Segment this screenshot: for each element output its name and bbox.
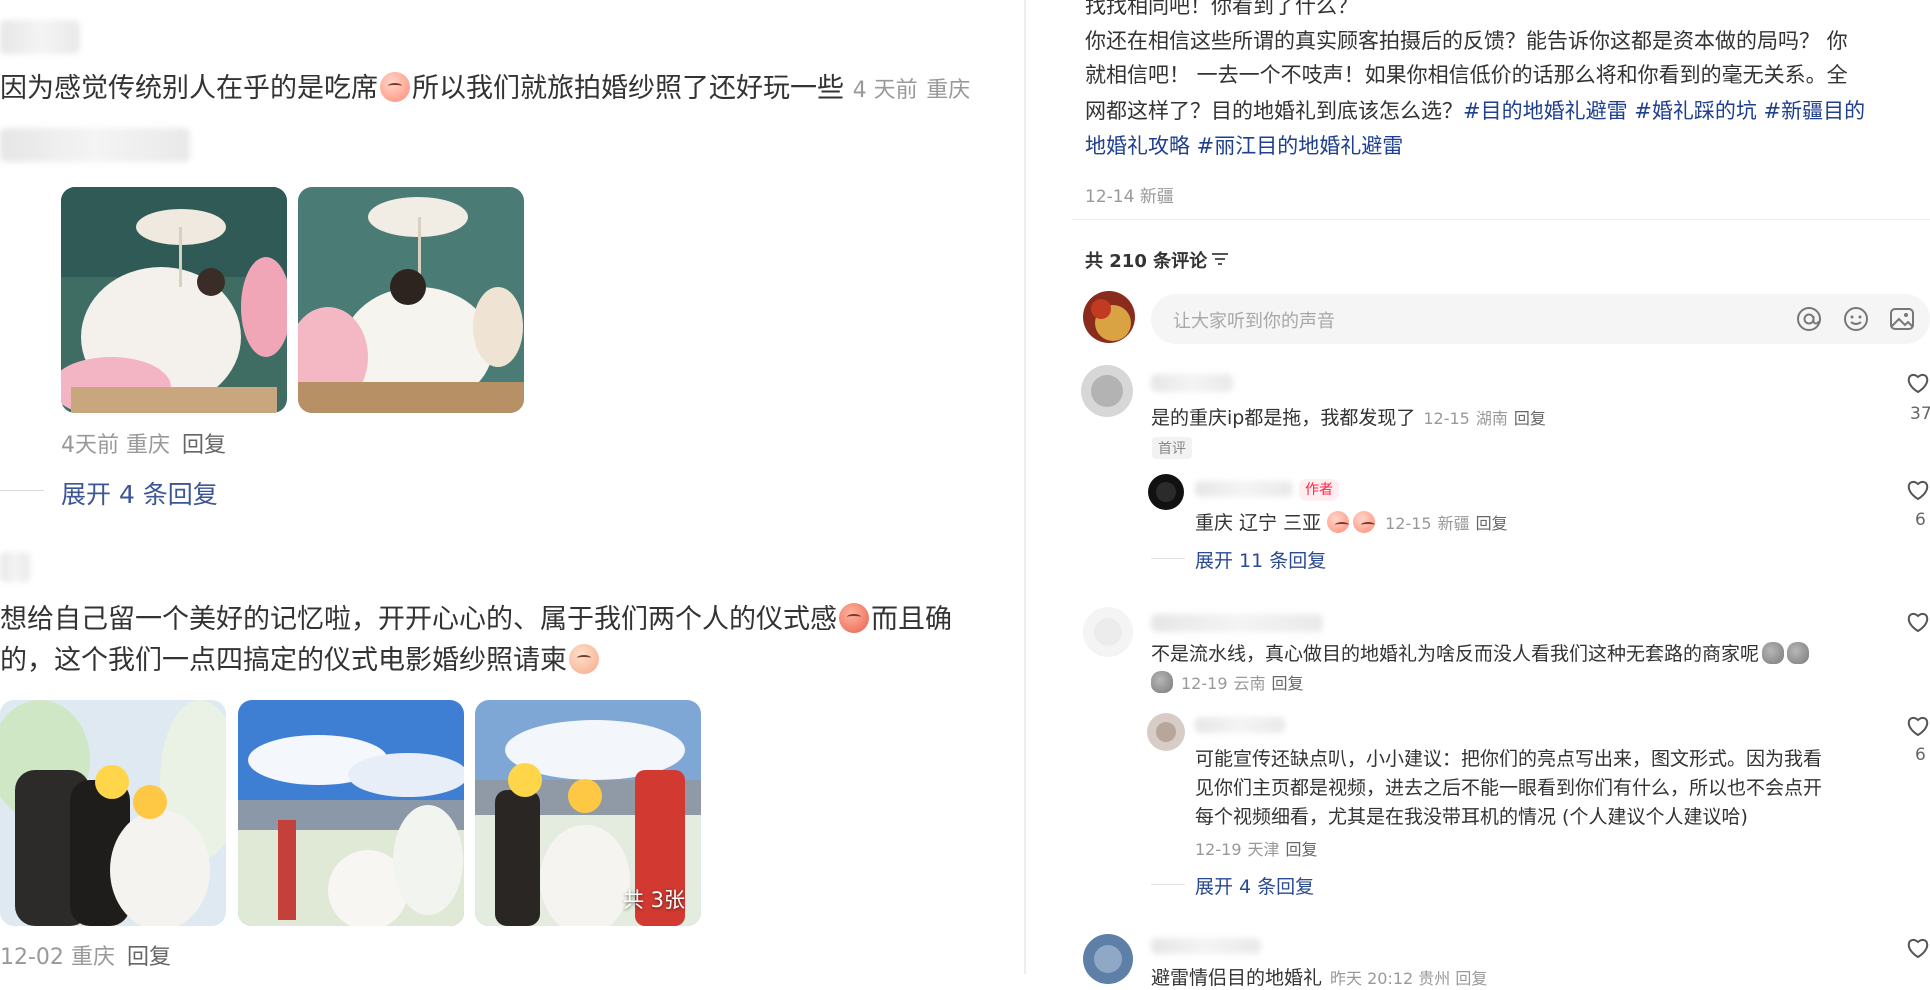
reply-button[interactable]: 回复 xyxy=(1514,409,1546,428)
current-user-avatar[interactable] xyxy=(1083,291,1135,343)
reply-button[interactable]: 回复 xyxy=(182,433,226,458)
expand-replies-button[interactable]: 展开 4 条回复 xyxy=(1195,872,1314,899)
blurred-username xyxy=(1151,374,1233,392)
wedding-photo[interactable] xyxy=(0,700,226,926)
author-badge: 作者 xyxy=(1299,479,1339,501)
cry-emoji-icon xyxy=(380,72,410,102)
commenter-avatar[interactable] xyxy=(1147,713,1185,751)
post-text-line: 地婚礼攻略 #丽江目的地婚礼避雷 xyxy=(1085,127,1403,165)
emoji-icon[interactable] xyxy=(1843,306,1869,332)
comment-body-line: 见你们主页都是视频，进去之后不能一眼看到你们有什么，所以也不会点开 xyxy=(1195,777,1823,799)
cry-emoji-icon xyxy=(1327,511,1350,533)
like-count: 6 xyxy=(1915,745,1926,765)
post-text-line: 网都这样了？目的地婚礼到底该怎么选？#目的地婚礼避雷 #婚礼踩的坑 #新疆目的 xyxy=(1085,99,1866,123)
commenter-avatar[interactable] xyxy=(1081,365,1133,417)
blurred-username xyxy=(0,128,190,162)
blurred-username xyxy=(1195,717,1285,733)
comment-meta: 12-19 云南 回复 xyxy=(1151,670,1304,694)
blurred-username xyxy=(1195,481,1293,497)
expand-line xyxy=(0,490,44,491)
pig-emoji-icon xyxy=(839,603,869,633)
wedding-photo[interactable] xyxy=(61,187,287,413)
like-count: 37 xyxy=(1910,404,1930,424)
like-heart-icon[interactable] xyxy=(1906,372,1930,394)
reply-button[interactable]: 回复 xyxy=(1476,514,1508,533)
expand-line xyxy=(1151,884,1185,885)
like-heart-icon[interactable] xyxy=(1906,715,1930,737)
cry-emoji-icon xyxy=(1353,511,1376,533)
comment-text: 因为感觉传统别人在乎的是吃席 所以我们就旅拍婚纱照了还好玩一些 4 天前 重庆 xyxy=(0,72,971,104)
blush-emoji-icon xyxy=(569,644,599,674)
expand-line xyxy=(1151,558,1185,559)
expand-replies-button[interactable]: 展开 4 条回复 xyxy=(61,475,218,511)
comment-input-placeholder: 让大家听到你的声音 xyxy=(1173,311,1335,332)
photo-count-badge: 共 3张 xyxy=(622,888,685,912)
like-heart-icon[interactable] xyxy=(1906,479,1930,501)
blurred-username xyxy=(1151,614,1323,632)
blurred-username xyxy=(0,552,30,582)
hashtag-links[interactable]: 地婚礼攻略 #丽江目的地婚礼避雷 xyxy=(1085,134,1403,158)
comment-body-line: 每个视频细看，尤其是在我没带耳机的情况 (个人建议个人建议哈) xyxy=(1195,806,1748,828)
like-heart-icon[interactable] xyxy=(1906,937,1930,959)
poop-emoji-icon xyxy=(1787,642,1810,664)
poop-emoji-icon xyxy=(1151,671,1173,693)
blurred-username xyxy=(1151,938,1261,954)
comment-count: 共 210 条评论 xyxy=(1085,251,1208,272)
section-divider xyxy=(1072,219,1930,220)
like-heart-icon[interactable] xyxy=(1906,611,1930,633)
comment-meta: 12-19 天津 回复 xyxy=(1195,840,1318,859)
post-text-line: 就相信吧！ 一去一个不吱声！如果你相信低价的话那么将和你看到的毫无关系。全 xyxy=(1085,63,1848,87)
comment-input[interactable]: 让大家听到你的声音 xyxy=(1151,294,1930,344)
commenter-avatar[interactable] xyxy=(1083,934,1133,984)
comment-body-line: 可能宣传还缺点叭，小小建议：把你们的亮点写出来，图文形式。因为我看 xyxy=(1195,748,1823,770)
blurred-username xyxy=(0,20,80,54)
comment-text: 的，这个我们一点四搞定的仪式电影婚纱照请柬 xyxy=(0,640,601,682)
post-meta: 12-14 新疆 xyxy=(1085,187,1174,207)
first-comment-badge: 首评 xyxy=(1152,437,1192,459)
commenter-avatar[interactable] xyxy=(1083,607,1133,657)
poop-emoji-icon xyxy=(1762,642,1785,664)
post-text-line: 你还在相信这些所谓的真实顾客拍摄后的反馈？能告诉你这都是资本做的局吗？ 你 xyxy=(1085,29,1848,53)
expand-replies-button[interactable]: 展开 11 条回复 xyxy=(1195,546,1326,573)
reply-button[interactable]: 回复 xyxy=(1272,674,1304,693)
comment-body: 避雷情侣目的地婚礼 昨天 20:12 贵州 回复 xyxy=(1151,967,1488,989)
wedding-photo[interactable]: 共 3张 xyxy=(475,700,701,926)
sort-filter-icon[interactable] xyxy=(1212,252,1228,266)
image-icon[interactable] xyxy=(1889,306,1915,332)
wedding-photo[interactable] xyxy=(238,700,464,926)
mention-icon[interactable] xyxy=(1796,306,1822,332)
reply-meta: 4天前 重庆 回复 xyxy=(61,433,227,458)
hashtag-links[interactable]: #目的地婚礼避雷 #婚礼踩的坑 #新疆目的 xyxy=(1463,99,1865,123)
comment-body: 不是流水线，真心做目的地婚礼为啥反而没人看我们这种无套路的商家呢 xyxy=(1151,639,1810,666)
wedding-photo[interactable] xyxy=(298,187,524,413)
comment-body: 是的重庆ip都是拖，我都发现了 12-15 湖南 回复 xyxy=(1151,407,1546,429)
reply-button[interactable]: 回复 xyxy=(127,945,171,970)
author-avatar[interactable] xyxy=(1148,474,1184,510)
comment-body: 重庆 辽宁 三亚 12-15 新疆 回复 xyxy=(1195,511,1508,534)
like-count: 6 xyxy=(1915,510,1926,530)
reply-button[interactable]: 回复 xyxy=(1286,840,1318,859)
comment-text: 想给自己留一个美好的记忆啦，开开心心的、属于我们两个人的仪式感 而且确 xyxy=(0,603,952,635)
pane-divider xyxy=(1024,0,1026,974)
comment-meta: 12-02 重庆 回复 xyxy=(0,945,171,970)
